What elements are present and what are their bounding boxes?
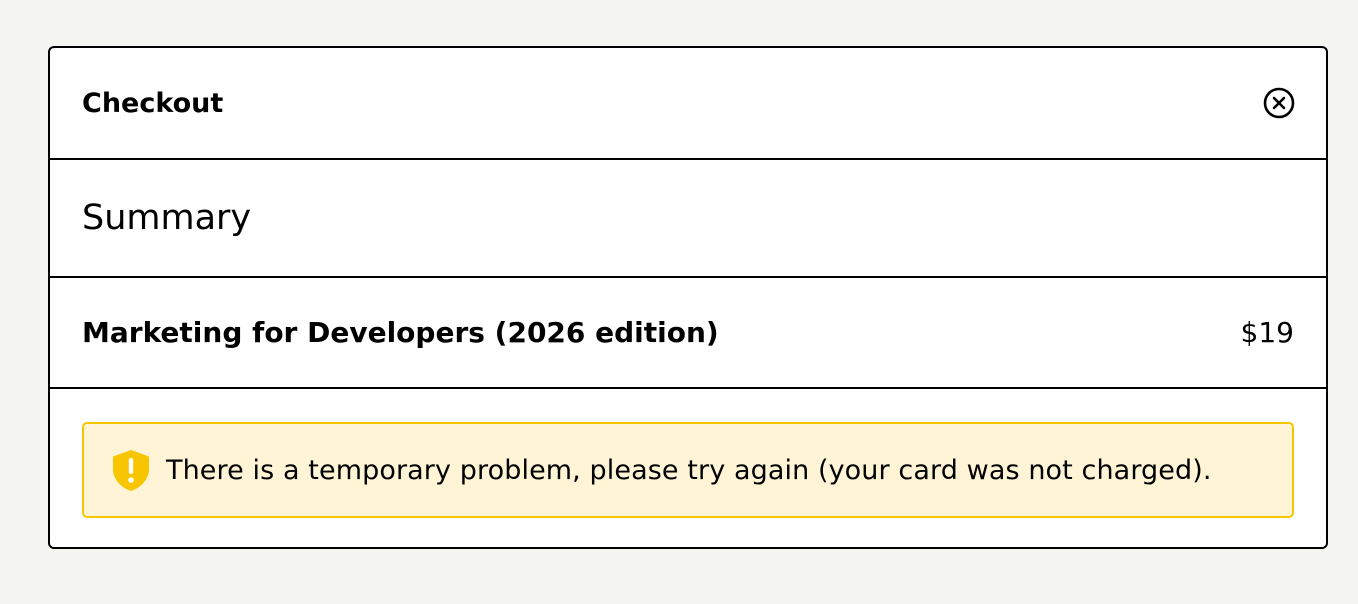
shield-warning-icon [108, 447, 154, 493]
product-price: $19 [1240, 316, 1294, 349]
alert-message: There is a temporary problem, please try… [166, 454, 1212, 486]
product-name: Marketing for Developers (2026 edition) [82, 316, 719, 349]
alert-section: There is a temporary problem, please try… [50, 389, 1326, 518]
summary-section: Summary [50, 160, 1326, 278]
summary-heading: Summary [82, 198, 252, 238]
checkout-modal: Checkout Summary Marketing for Developer… [48, 46, 1328, 549]
checkout-title: Checkout [82, 87, 224, 119]
close-button[interactable] [1262, 86, 1296, 120]
line-item: Marketing for Developers (2026 edition) … [50, 278, 1326, 389]
checkout-header: Checkout [50, 48, 1326, 160]
close-circle-icon [1263, 87, 1295, 119]
error-alert: There is a temporary problem, please try… [82, 422, 1294, 518]
